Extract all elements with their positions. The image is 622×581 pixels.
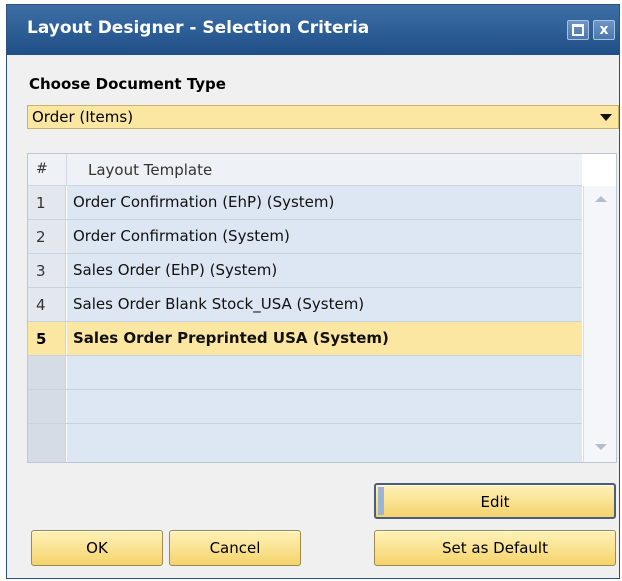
- layout-template-cell[interactable]: [67, 424, 582, 462]
- document-type-value: Order (Items): [32, 108, 134, 126]
- scroll-down-icon[interactable]: [595, 444, 607, 450]
- row-number[interactable]: [28, 390, 66, 423]
- scroll-up-icon[interactable]: [595, 196, 607, 202]
- layout-template-cell[interactable]: [67, 356, 582, 389]
- dialog-window: Layout Designer - Selection Criteria x C…: [6, 4, 620, 579]
- edit-button[interactable]: Edit: [374, 483, 616, 519]
- layout-template-cell[interactable]: Sales Order Preprinted USA (System): [67, 322, 582, 355]
- row-number[interactable]: 1: [28, 186, 66, 219]
- layout-template-cell[interactable]: Order Confirmation (System): [67, 220, 582, 253]
- window-icon: [572, 24, 584, 36]
- row-number[interactable]: 4: [28, 288, 66, 321]
- row-number[interactable]: [28, 424, 66, 462]
- ok-button[interactable]: OK: [31, 530, 163, 566]
- close-button[interactable]: x: [593, 20, 615, 40]
- empty-row[interactable]: [28, 356, 582, 390]
- set-as-default-button[interactable]: Set as Default: [374, 530, 616, 566]
- dropdown-arrow-icon[interactable]: [600, 114, 612, 121]
- row-number[interactable]: 5: [28, 322, 66, 355]
- grid-header: # Layout Template: [28, 154, 582, 186]
- document-type-select[interactable]: Order (Items): [27, 105, 619, 129]
- column-header-layout-template[interactable]: Layout Template: [88, 161, 212, 179]
- empty-row[interactable]: [28, 424, 582, 462]
- vertical-scrollbar[interactable]: [583, 186, 616, 462]
- row-number[interactable]: 3: [28, 254, 66, 287]
- table-row[interactable]: 2 Order Confirmation (System): [28, 220, 582, 254]
- table-row[interactable]: 3 Sales Order (EhP) (System): [28, 254, 582, 288]
- empty-row[interactable]: [28, 390, 582, 424]
- layout-template-grid: # Layout Template 1 Order Confirmation (…: [27, 153, 617, 463]
- close-icon: x: [599, 22, 609, 38]
- cancel-button[interactable]: Cancel: [169, 530, 301, 566]
- document-type-label: Choose Document Type: [29, 75, 226, 93]
- layout-template-cell[interactable]: Sales Order Blank Stock_USA (System): [67, 288, 582, 321]
- table-row[interactable]: 1 Order Confirmation (EhP) (System): [28, 186, 582, 220]
- row-number[interactable]: 2: [28, 220, 66, 253]
- layout-template-cell[interactable]: [67, 390, 582, 423]
- layout-template-cell[interactable]: Sales Order (EhP) (System): [67, 254, 582, 287]
- table-row[interactable]: 4 Sales Order Blank Stock_USA (System): [28, 288, 582, 322]
- layout-template-cell[interactable]: Order Confirmation (EhP) (System): [67, 186, 582, 219]
- column-header-number[interactable]: #: [36, 161, 48, 177]
- minimize-button[interactable]: [567, 20, 589, 40]
- row-number[interactable]: [28, 356, 66, 389]
- title-bar[interactable]: Layout Designer - Selection Criteria x: [7, 5, 619, 55]
- window-title: Layout Designer - Selection Criteria: [27, 18, 370, 38]
- table-row-selected[interactable]: 5 Sales Order Preprinted USA (System): [28, 322, 582, 356]
- column-divider: [66, 154, 67, 186]
